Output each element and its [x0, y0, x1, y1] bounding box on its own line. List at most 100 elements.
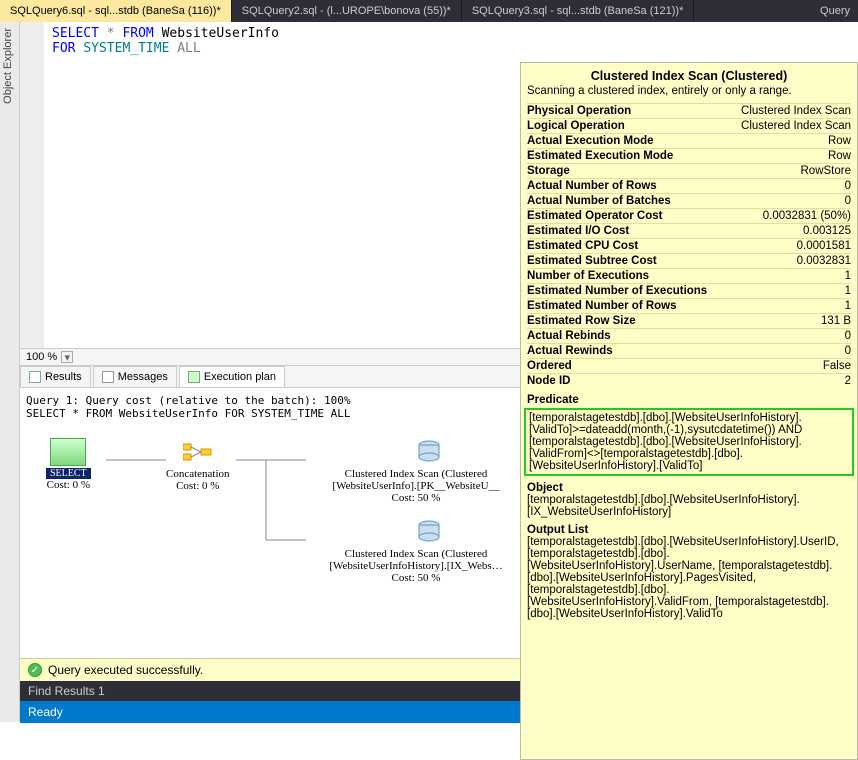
tooltip-row-value: 0	[845, 345, 851, 357]
tooltip-row-value: 0.003125	[803, 225, 851, 237]
object-explorer-sidebar[interactable]: Object Explorer	[0, 22, 20, 722]
find-results-bar[interactable]: Find Results 1	[20, 681, 520, 701]
tooltip-row: Actual Rewinds 0	[527, 343, 851, 358]
object-heading: Object	[527, 482, 851, 494]
concat-cost: Cost: 0 %	[166, 480, 230, 492]
tooltip-row-value: Row	[828, 135, 851, 147]
tooltip-row-value: 1	[845, 300, 851, 312]
predicate-heading: Predicate	[527, 394, 851, 406]
tooltip-title: Clustered Index Scan (Clustered)	[527, 69, 851, 83]
scan-icon	[411, 518, 447, 546]
ready-statusbar: Ready	[20, 701, 520, 723]
tooltip-row-label: Estimated Number of Rows	[527, 300, 677, 312]
tooltip-row: Estimated Operator Cost0.0032831 (50%)	[527, 208, 851, 223]
operator-tooltip: Clustered Index Scan (Clustered) Scannin…	[520, 62, 858, 760]
tooltip-row: Node ID2	[527, 373, 851, 388]
tab-results[interactable]: Results	[20, 366, 91, 387]
tooltip-row-label: Estimated Subtree Cost	[527, 255, 657, 267]
tooltip-row-label: Logical Operation	[527, 120, 625, 132]
tooltip-row: OrderedFalse	[527, 358, 851, 373]
kw-for: FOR	[52, 41, 75, 56]
tooltip-row-label: Actual Number of Batches	[527, 195, 671, 207]
table-name: WebsiteUserInfo	[162, 26, 279, 41]
tooltip-row-value: 0.0001581	[797, 240, 851, 252]
tooltip-row-label: Estimated Row Size	[527, 315, 636, 327]
concat-label: Concatenation	[166, 468, 230, 480]
kw-system-time: SYSTEM_TIME	[83, 41, 169, 56]
tooltip-row: Physical Operation Clustered Index Scan	[527, 103, 851, 118]
select-cost: Cost: 0 %	[46, 479, 91, 491]
tooltip-row-label: Estimated Execution Mode	[527, 150, 673, 162]
scan2-cost: Cost: 50 %	[311, 572, 521, 584]
scan1-label: Clustered Index Scan (Clustered	[311, 468, 521, 480]
tooltip-row-label: Actual Rebinds	[527, 330, 611, 342]
predicate-text: [temporalstagetestdb].[dbo].[WebsiteUser…	[529, 412, 849, 472]
tooltip-row-label: Storage	[527, 165, 570, 177]
plan-header-1: Query 1: Query cost (relative to the bat…	[26, 394, 514, 407]
tooltip-row-label: Physical Operation	[527, 105, 631, 117]
tooltip-row-value: 131 B	[821, 315, 851, 327]
object-text: [temporalstagetestdb].[dbo].[WebsiteUser…	[527, 494, 851, 518]
zoom-dropdown-icon[interactable]: ▾	[61, 351, 73, 363]
tooltip-row-value: Clustered Index Scan	[741, 120, 851, 132]
tooltip-row: Estimated CPU Cost0.0001581	[527, 238, 851, 253]
zoom-value[interactable]: 100 %	[26, 351, 57, 363]
tab-query2[interactable]: SQLQuery2.sql - (l...UROPE\bonova (55))*	[232, 0, 462, 22]
concatenation-icon	[180, 438, 216, 466]
tooltip-row: Estimated Subtree Cost0.0032831	[527, 253, 851, 268]
tooltip-row-value: 2	[845, 375, 851, 387]
scan1-detail: [WebsiteUserInfo].[PK__WebsiteU__	[311, 480, 521, 492]
menu-query[interactable]: Query	[812, 0, 858, 22]
kw-from: FROM	[122, 26, 153, 41]
tooltip-row-label: Estimated Operator Cost	[527, 210, 662, 222]
status-bar: ✓ Query executed successfully.	[20, 658, 520, 681]
tooltip-row: Actual Number of Batches 0	[527, 193, 851, 208]
output-heading: Output List	[527, 524, 851, 536]
plan-node-concatenation[interactable]: Concatenation Cost: 0 %	[166, 438, 230, 492]
tooltip-row-value: Row	[828, 150, 851, 162]
tooltip-row-label: Actual Rewinds	[527, 345, 613, 357]
tooltip-row-label: Estimated I/O Cost	[527, 225, 629, 237]
plan-node-select[interactable]: SELECT Cost: 0 %	[46, 438, 91, 491]
tooltip-row: Estimated Execution Mode Row	[527, 148, 851, 163]
message-icon	[102, 371, 114, 383]
plan-header-2: SELECT * FROM WebsiteUserInfo FOR SYSTEM…	[26, 407, 514, 420]
tooltip-row-value: 0	[845, 180, 851, 192]
document-tabs: SQLQuery6.sql - sql...stdb (BaneSa (116)…	[0, 0, 858, 22]
plan-node-scan-1[interactable]: Clustered Index Scan (Clustered [Website…	[311, 438, 521, 504]
tooltip-row-value: RowStore	[801, 165, 852, 177]
scan2-detail: [WebsiteUserInfoHistory].[IX_Webs…	[311, 560, 521, 572]
tooltip-row: Estimated Number of Executions1	[527, 283, 851, 298]
scan2-label: Clustered Index Scan (Clustered	[311, 548, 521, 560]
tooltip-row: Actual Number of Rows 0	[527, 178, 851, 193]
tooltip-row-label: Actual Number of Rows	[527, 180, 657, 192]
tooltip-row: Actual Execution ModeRow	[527, 133, 851, 148]
zoom-bar: 100 % ▾	[20, 348, 520, 366]
plan-icon	[188, 371, 200, 383]
execution-plan-area[interactable]: Query 1: Query cost (relative to the bat…	[20, 388, 520, 658]
tooltip-row-label: Ordered	[527, 360, 572, 372]
tab-query3[interactable]: SQLQuery3.sql - sql...stdb (BaneSa (121)…	[462, 0, 695, 22]
plan-node-scan-2[interactable]: Clustered Index Scan (Clustered [Website…	[311, 518, 521, 584]
scan1-cost: Cost: 50 %	[311, 492, 521, 504]
tab-query6[interactable]: SQLQuery6.sql - sql...stdb (BaneSa (116)…	[0, 0, 232, 22]
select-node-icon	[50, 438, 86, 466]
tooltip-row: Estimated Row Size 131 B	[527, 313, 851, 328]
tooltip-row: Logical Operation Clustered Index Scan	[527, 118, 851, 133]
tooltip-row: Storage RowStore	[527, 163, 851, 178]
tooltip-row-value: 1	[845, 270, 851, 282]
success-icon: ✓	[28, 663, 42, 677]
status-text: Query executed successfully.	[48, 663, 203, 677]
tooltip-subtitle: Scanning a clustered index, entirely or …	[527, 85, 851, 97]
kw-star: *	[107, 26, 115, 41]
select-label: SELECT	[46, 468, 91, 479]
tooltip-row-value: 0	[845, 195, 851, 207]
tooltip-row-label: Estimated Number of Executions	[527, 285, 707, 297]
tooltip-row: Number of Executions1	[527, 268, 851, 283]
tooltip-row-value: Clustered Index Scan	[741, 105, 851, 117]
kw-all: ALL	[177, 41, 200, 56]
sql-editor[interactable]: SELECT * FROM WebsiteUserInfo FOR SYSTEM…	[20, 22, 520, 348]
tab-messages[interactable]: Messages	[93, 366, 177, 387]
tab-execution-plan[interactable]: Execution plan	[179, 366, 285, 387]
results-tabs: Results Messages Execution plan	[20, 366, 520, 388]
